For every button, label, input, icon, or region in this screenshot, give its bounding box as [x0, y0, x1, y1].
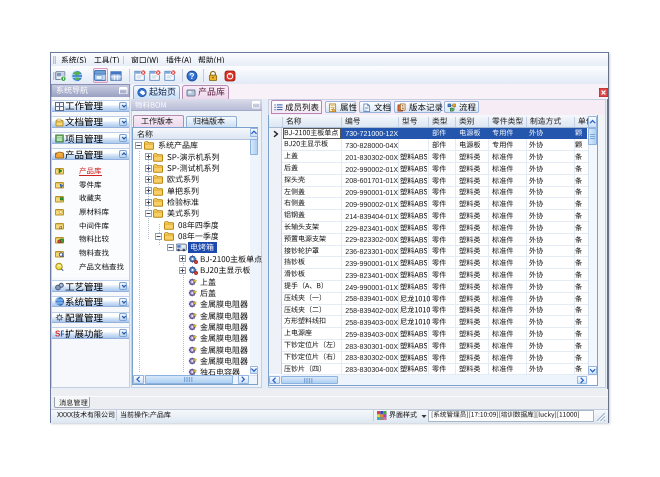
svg-text:a: a: [59, 225, 62, 230]
svg-text:?: ?: [190, 71, 195, 80]
svg-text:1: 1: [401, 105, 404, 111]
svg-text:SP: SP: [55, 329, 64, 338]
